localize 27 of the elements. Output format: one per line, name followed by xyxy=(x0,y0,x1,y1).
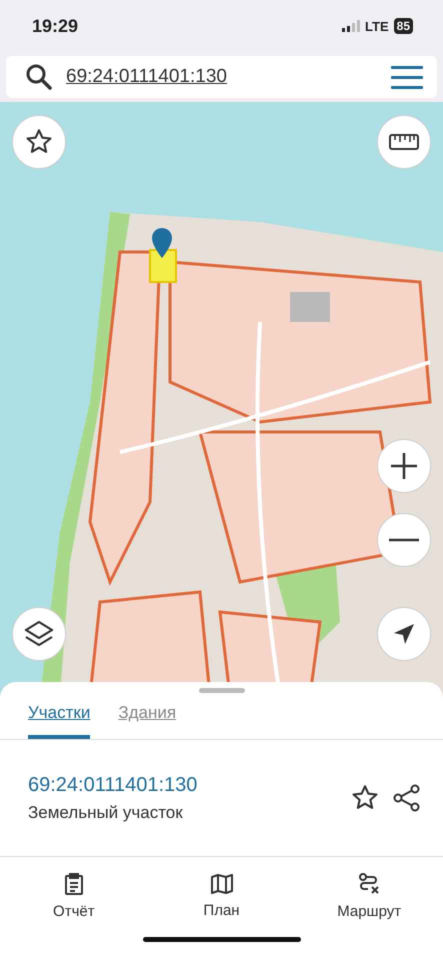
search-icon xyxy=(26,64,52,90)
clipboard-icon xyxy=(64,872,84,894)
search-query[interactable]: 69:24:0111401:130 xyxy=(66,66,377,88)
nav-item[interactable]: Отчёт xyxy=(0,872,148,920)
share-button[interactable] xyxy=(393,784,421,812)
layers-icon xyxy=(24,620,54,648)
share-icon xyxy=(393,784,421,812)
tab[interactable]: Участки xyxy=(28,703,90,739)
parcel-type: Земельный участок xyxy=(28,802,184,822)
drag-handle[interactable] xyxy=(198,688,244,693)
route-icon xyxy=(358,872,380,894)
status-time: 19:29 xyxy=(32,16,78,36)
tab[interactable]: Здания xyxy=(118,703,176,739)
battery-level: 85 xyxy=(394,18,413,34)
location-arrow-icon xyxy=(393,623,415,645)
network-label: LTE xyxy=(365,18,389,34)
map-icon xyxy=(210,874,232,894)
favorite-button[interactable] xyxy=(351,784,379,812)
nav-item[interactable]: Маршрут xyxy=(295,872,443,920)
nav-item[interactable]: План xyxy=(148,872,296,920)
ruler-icon xyxy=(389,134,419,150)
star-icon xyxy=(25,128,53,156)
parcel-number[interactable]: 69:24:0111401:130 xyxy=(28,774,337,796)
plus-icon xyxy=(389,451,419,481)
star-icon xyxy=(351,784,379,812)
signal-icon xyxy=(342,20,360,32)
minus-icon xyxy=(389,538,419,542)
